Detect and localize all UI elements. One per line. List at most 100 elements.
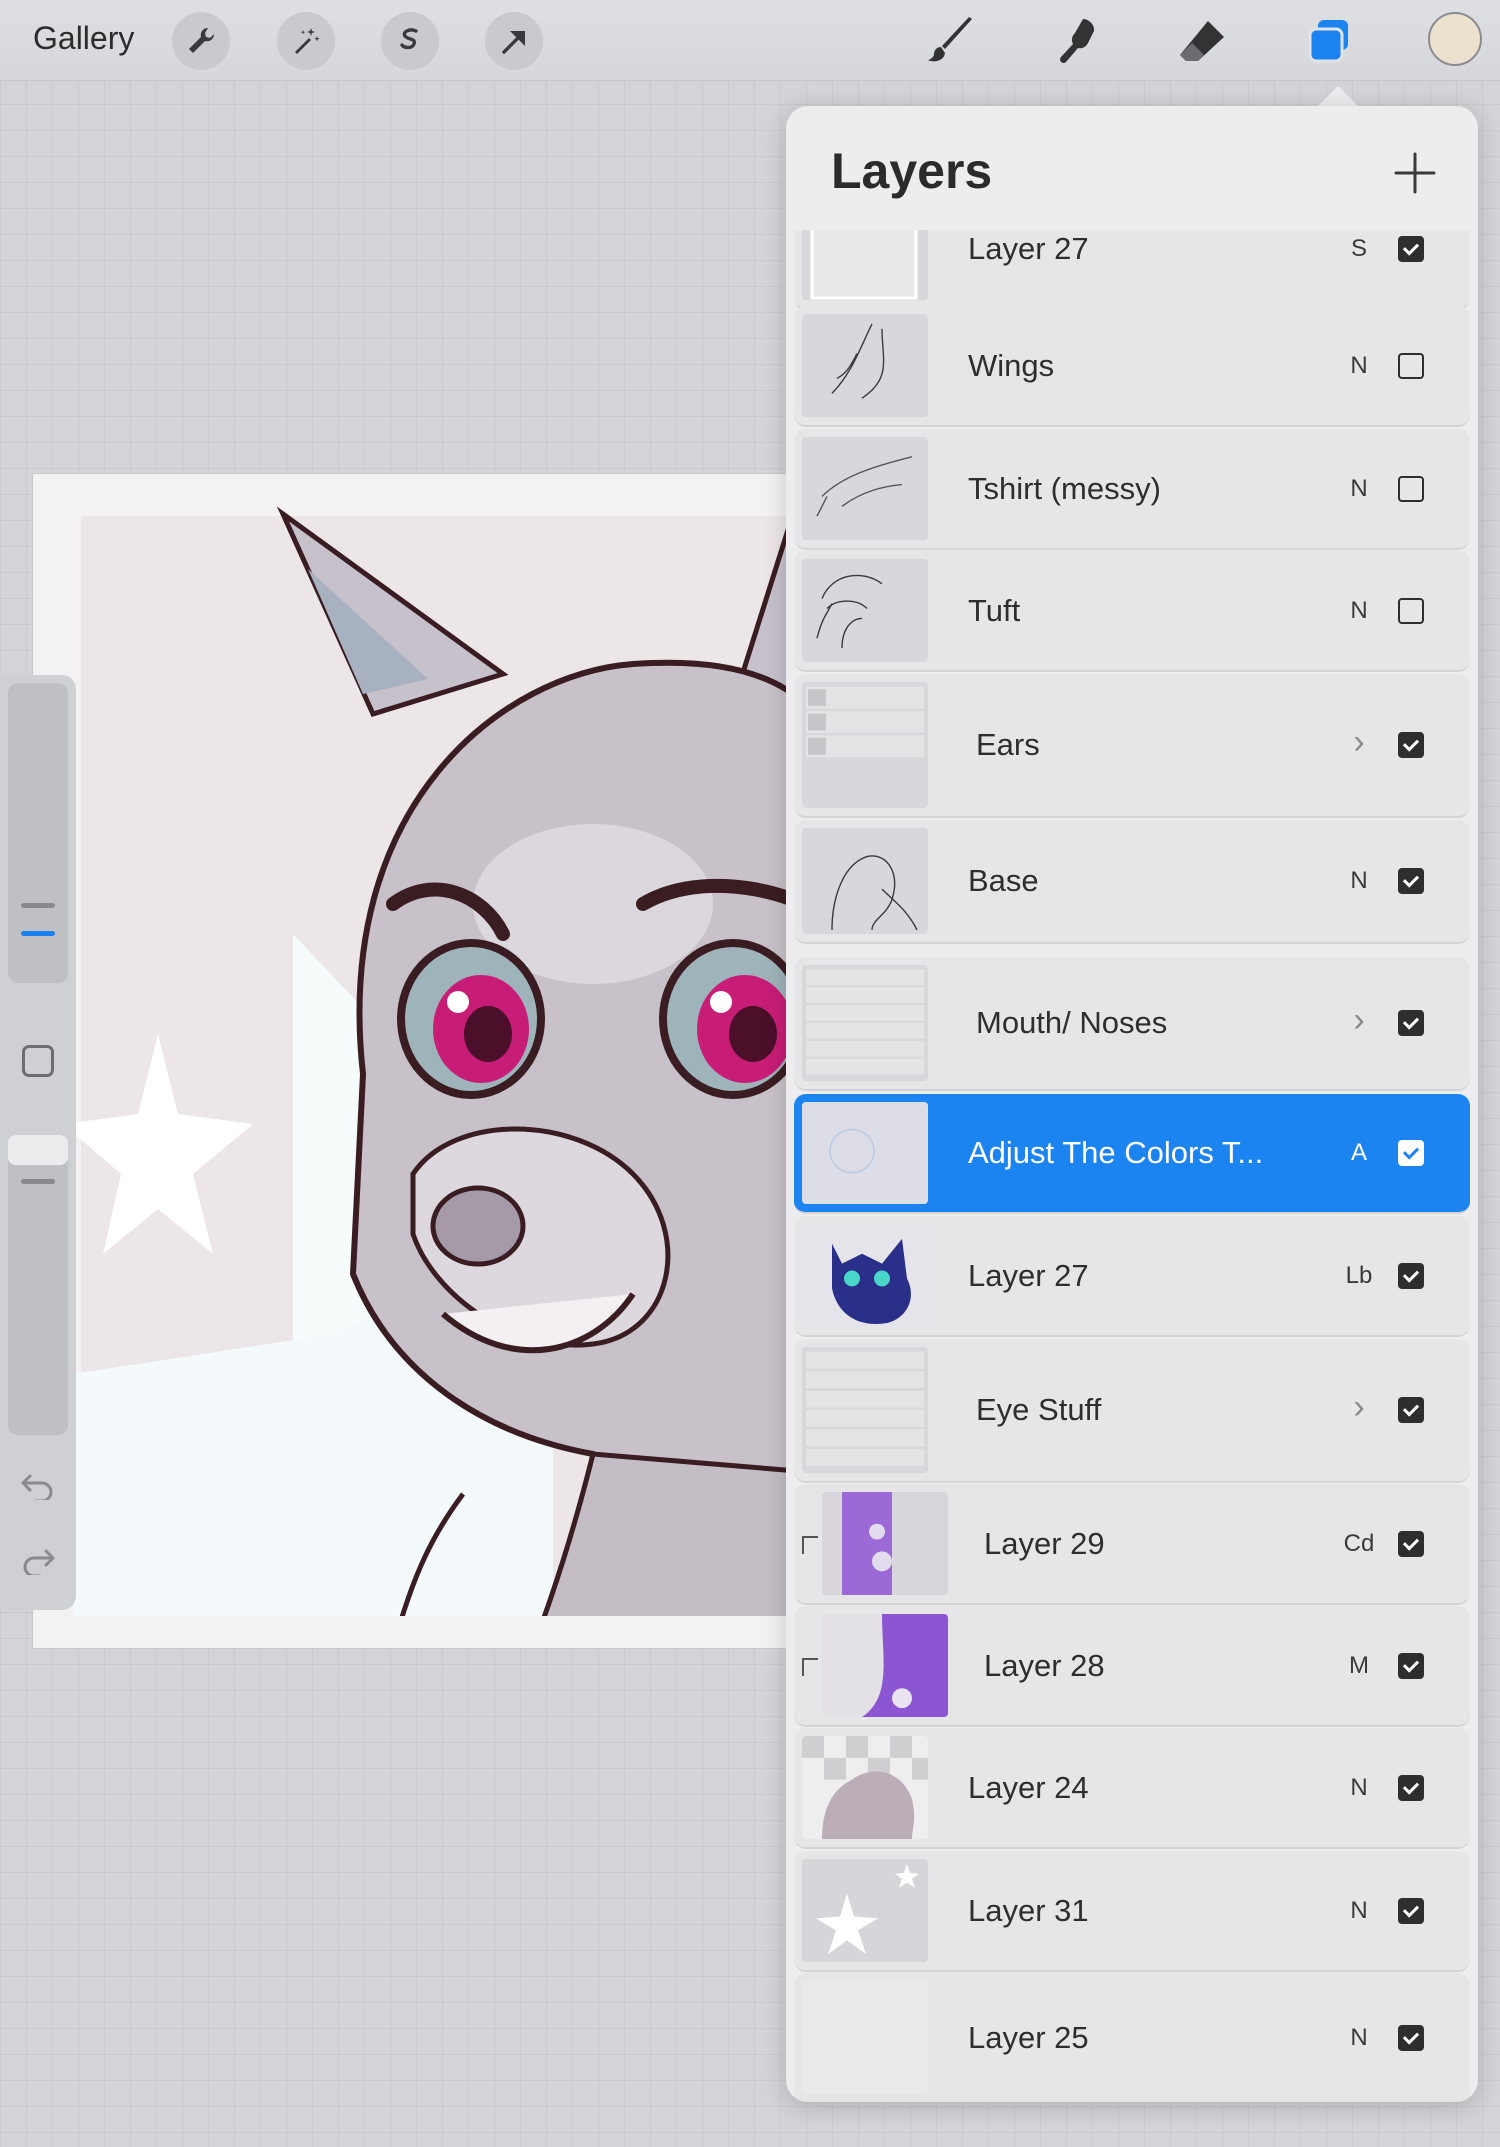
layer-thumbnail[interactable] bbox=[802, 1102, 928, 1204]
plus-icon[interactable] bbox=[1390, 148, 1440, 198]
modify-square-icon[interactable] bbox=[22, 1045, 54, 1077]
blend-mode-button[interactable]: N bbox=[1334, 867, 1384, 895]
visibility-checkbox[interactable] bbox=[1398, 868, 1424, 894]
layer-thumbnail[interactable] bbox=[802, 437, 928, 540]
undo-icon[interactable] bbox=[20, 1470, 56, 1500]
blend-mode-button[interactable]: N bbox=[1334, 2024, 1384, 2052]
visibility-checkbox[interactable] bbox=[1398, 1263, 1424, 1289]
visibility-checkbox[interactable] bbox=[1398, 1898, 1424, 1924]
layer-row[interactable]: Layer 29 Cd bbox=[794, 1484, 1470, 1605]
layer-row[interactable]: Layer 24 N bbox=[794, 1728, 1470, 1849]
visibility-checkbox[interactable] bbox=[1398, 476, 1424, 502]
layer-list[interactable]: Layer 27 S Wings N Tshirt (messy) N Tuft N Ears ›… bbox=[794, 230, 1470, 2102]
transform-arrow-icon[interactable] bbox=[485, 12, 543, 70]
layer-row[interactable]: Tshirt (messy) N bbox=[794, 429, 1470, 550]
chevron-right-icon[interactable]: › bbox=[1334, 723, 1384, 762]
layer-group-row[interactable]: Ears › bbox=[794, 674, 1470, 818]
blend-mode-button[interactable]: N bbox=[1334, 1774, 1384, 1802]
redo-icon[interactable] bbox=[20, 1545, 56, 1575]
eraser-icon[interactable] bbox=[1175, 14, 1229, 68]
layer-thumbnail[interactable] bbox=[802, 1859, 928, 1962]
panel-title: Layers bbox=[831, 143, 993, 199]
slider-handle[interactable] bbox=[21, 1179, 55, 1184]
layer-thumbnail[interactable] bbox=[802, 1736, 928, 1839]
visibility-checkbox[interactable] bbox=[1398, 353, 1424, 379]
layers-icon[interactable] bbox=[1302, 14, 1356, 68]
blend-mode-button[interactable]: N bbox=[1334, 352, 1384, 380]
blend-mode-button[interactable]: Cd bbox=[1334, 1530, 1384, 1558]
layer-group-row[interactable]: Eye Stuff › bbox=[794, 1339, 1470, 1483]
opacity-slider[interactable] bbox=[8, 1135, 68, 1435]
layer-row[interactable]: Tuft N bbox=[794, 551, 1470, 672]
visibility-checkbox[interactable] bbox=[1398, 1653, 1424, 1679]
layer-name: Layer 25 bbox=[968, 2020, 1089, 2055]
selection-icon[interactable] bbox=[381, 12, 439, 70]
layer-thumbnail[interactable] bbox=[822, 1492, 948, 1595]
wrench-icon[interactable] bbox=[172, 12, 230, 70]
layer-row[interactable]: Layer 27 Lb bbox=[794, 1216, 1470, 1337]
slider-handle[interactable] bbox=[21, 903, 55, 908]
layer-thumbnail[interactable] bbox=[802, 1981, 928, 2094]
layer-thumbnail[interactable] bbox=[802, 230, 928, 300]
smudge-icon[interactable] bbox=[1049, 14, 1103, 68]
layer-thumbnail[interactable] bbox=[802, 965, 928, 1081]
layer-group-row[interactable]: Mouth/ Noses › bbox=[794, 957, 1470, 1091]
blend-mode-button[interactable]: Lb bbox=[1334, 1262, 1384, 1290]
drawing-canvas[interactable] bbox=[32, 473, 834, 1649]
visibility-checkbox[interactable] bbox=[1398, 1775, 1424, 1801]
artwork bbox=[33, 506, 833, 1648]
brush-size-indicator bbox=[21, 931, 55, 936]
left-sidebar bbox=[0, 675, 76, 1610]
chevron-right-icon[interactable]: › bbox=[1334, 1388, 1384, 1427]
layer-name: Layer 27 bbox=[968, 231, 1089, 266]
layer-thumbnail[interactable] bbox=[802, 1347, 928, 1473]
layer-thumbnail[interactable] bbox=[802, 1224, 928, 1327]
layer-row[interactable]: Wings N bbox=[794, 306, 1470, 427]
visibility-checkbox[interactable] bbox=[1398, 1531, 1424, 1557]
layer-thumbnail[interactable] bbox=[822, 1614, 948, 1717]
clipping-mask-icon bbox=[802, 1658, 818, 1676]
opacity-thumb[interactable] bbox=[8, 1135, 68, 1165]
layer-name: Base bbox=[968, 863, 1039, 898]
blend-mode-button[interactable]: A bbox=[1334, 1139, 1384, 1167]
layer-thumbnail[interactable] bbox=[802, 682, 928, 808]
chevron-right-icon[interactable]: › bbox=[1334, 1001, 1384, 1040]
brush-size-slider[interactable] bbox=[8, 683, 68, 983]
blend-mode-button[interactable]: M bbox=[1334, 1652, 1384, 1680]
brush-icon[interactable] bbox=[924, 14, 978, 68]
layer-name: Layer 27 bbox=[968, 1258, 1089, 1293]
visibility-checkbox[interactable] bbox=[1398, 732, 1424, 758]
visibility-checkbox[interactable] bbox=[1398, 598, 1424, 624]
top-toolbar: Gallery bbox=[0, 0, 1500, 81]
layer-name: Layer 31 bbox=[968, 1893, 1089, 1928]
layer-row[interactable]: Adjust The Colors T... A bbox=[794, 1094, 1470, 1214]
layer-row[interactable]: Layer 28 M bbox=[794, 1606, 1470, 1727]
layer-name: Eye Stuff bbox=[976, 1392, 1102, 1427]
magic-wand-icon[interactable] bbox=[277, 12, 335, 70]
layer-thumbnail[interactable] bbox=[802, 314, 928, 417]
visibility-checkbox[interactable] bbox=[1398, 1140, 1424, 1166]
clipping-mask-icon bbox=[802, 1536, 818, 1554]
layer-row[interactable]: Layer 27 S bbox=[794, 230, 1470, 310]
layer-name: Layer 24 bbox=[968, 1770, 1089, 1805]
gallery-button[interactable]: Gallery bbox=[33, 20, 134, 57]
color-swatch[interactable] bbox=[1428, 12, 1482, 66]
blend-mode-button[interactable]: N bbox=[1334, 1897, 1384, 1925]
layer-row[interactable]: Layer 25 N bbox=[794, 1973, 1470, 2102]
layer-thumbnail[interactable] bbox=[802, 559, 928, 662]
layer-name: Wings bbox=[968, 348, 1055, 383]
layer-row[interactable]: Base N bbox=[794, 820, 1470, 944]
blend-mode-button[interactable]: N bbox=[1334, 475, 1384, 503]
blend-mode-button[interactable]: S bbox=[1334, 235, 1384, 263]
layer-name: Tuft bbox=[968, 593, 1021, 628]
blend-mode-button[interactable]: N bbox=[1334, 597, 1384, 625]
visibility-checkbox[interactable] bbox=[1398, 1397, 1424, 1423]
visibility-checkbox[interactable] bbox=[1398, 2025, 1424, 2051]
layer-row[interactable]: Layer 31 N bbox=[794, 1851, 1470, 1972]
layer-name: Tshirt (messy) bbox=[968, 471, 1161, 506]
layers-panel: Layers Layer 27 S Wings N Tshirt (messy) N Tuf… bbox=[786, 106, 1478, 2102]
visibility-checkbox[interactable] bbox=[1398, 236, 1424, 262]
layer-thumbnail[interactable] bbox=[802, 828, 928, 934]
visibility-checkbox[interactable] bbox=[1398, 1010, 1424, 1036]
layer-name: Adjust The Colors T... bbox=[968, 1135, 1264, 1170]
